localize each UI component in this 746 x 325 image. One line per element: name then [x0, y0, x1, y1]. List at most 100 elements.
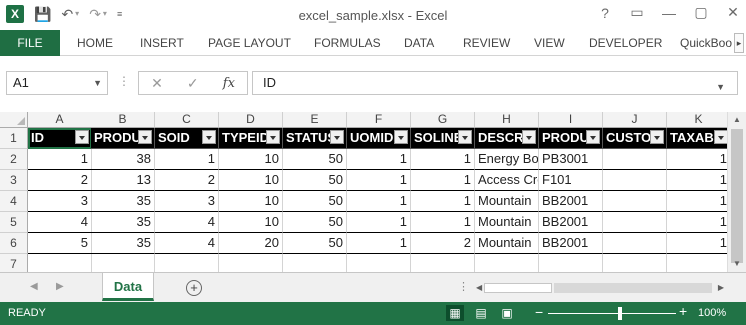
row-header[interactable]: 2 — [0, 149, 28, 170]
sheet-tab-data[interactable]: Data — [102, 273, 154, 301]
table-cell[interactable]: Access Cre — [475, 170, 539, 191]
table-cell[interactable] — [603, 233, 667, 254]
filter-dropdown-icon[interactable] — [75, 130, 89, 144]
horizontal-scrollbar[interactable]: ◀ ▶ — [476, 281, 724, 295]
name-box[interactable]: A1 ▼ — [6, 71, 108, 95]
filter-dropdown-icon[interactable] — [202, 130, 216, 144]
zoom-in-button[interactable]: + — [679, 303, 687, 319]
column-header[interactable]: H — [475, 112, 539, 128]
filter-dropdown-icon[interactable] — [330, 130, 344, 144]
table-cell[interactable]: 1 — [411, 149, 475, 170]
table-cell[interactable]: PB3001 — [539, 149, 603, 170]
tab-data[interactable]: DATA — [404, 30, 434, 56]
tab-splitter-icon[interactable]: ⋮ — [458, 280, 470, 293]
table-cell[interactable]: F101 — [539, 170, 603, 191]
filter-dropdown-icon[interactable] — [266, 130, 280, 144]
row-header[interactable]: 6 — [0, 233, 28, 254]
ribbon-scroll-right-icon[interactable]: ▸ — [734, 33, 744, 53]
row-header[interactable]: 1 — [0, 128, 28, 149]
header-cell[interactable]: ID — [28, 128, 92, 149]
table-cell[interactable]: 10 — [219, 191, 283, 212]
table-cell[interactable]: 5 — [28, 233, 92, 254]
table-cell[interactable] — [347, 254, 411, 272]
header-cell[interactable]: SOLINE — [411, 128, 475, 149]
tab-review[interactable]: REVIEW — [463, 30, 510, 56]
column-header[interactable]: C — [155, 112, 219, 128]
table-cell[interactable] — [603, 191, 667, 212]
filter-dropdown-icon[interactable] — [138, 130, 152, 144]
table-cell[interactable]: 1 — [667, 149, 731, 170]
table-cell[interactable]: Mountain — [475, 191, 539, 212]
filter-dropdown-icon[interactable] — [714, 130, 728, 144]
table-cell[interactable] — [603, 170, 667, 191]
table-cell[interactable]: 1 — [347, 149, 411, 170]
filter-dropdown-icon[interactable] — [394, 130, 408, 144]
horizontal-scroll-thumb[interactable] — [484, 283, 552, 293]
table-cell[interactable]: 35 — [91, 212, 155, 233]
table-cell[interactable]: Energy Bo — [475, 149, 539, 170]
previous-sheet-icon[interactable]: ◀ — [30, 281, 38, 292]
page-layout-view-icon[interactable]: ▤ — [472, 305, 490, 321]
table-cell[interactable]: 50 — [283, 212, 347, 233]
table-cell[interactable]: 1 — [347, 191, 411, 212]
column-header[interactable]: G — [411, 112, 475, 128]
scroll-down-icon[interactable]: ▼ — [728, 256, 746, 272]
table-cell[interactable]: 3 — [28, 191, 92, 212]
tab-view[interactable]: VIEW — [534, 30, 565, 56]
header-cell[interactable]: TYPEID — [219, 128, 283, 149]
maximize-icon[interactable]: ▢ — [692, 4, 710, 21]
table-cell[interactable]: 35 — [91, 233, 155, 254]
scroll-right-icon[interactable]: ▶ — [718, 281, 724, 295]
table-cell[interactable]: 1 — [411, 170, 475, 191]
table-cell[interactable] — [475, 254, 539, 272]
row-header[interactable]: 3 — [0, 170, 28, 191]
table-cell[interactable] — [667, 254, 731, 272]
header-cell[interactable]: PRODU — [539, 128, 603, 149]
table-cell[interactable]: Mountain — [475, 212, 539, 233]
column-header[interactable]: F — [347, 112, 411, 128]
row-header[interactable]: 4 — [0, 191, 28, 212]
table-cell[interactable]: 2 — [28, 170, 92, 191]
scroll-up-icon[interactable]: ▲ — [728, 112, 746, 128]
table-cell[interactable]: 4 — [155, 212, 219, 233]
table-cell[interactable]: BB2001 — [539, 212, 603, 233]
vertical-scroll-thumb[interactable] — [731, 129, 743, 263]
table-cell[interactable] — [219, 254, 283, 272]
filter-dropdown-icon[interactable] — [650, 130, 664, 144]
row-header[interactable]: 7 — [0, 254, 28, 272]
table-cell[interactable] — [28, 254, 92, 272]
table-cell[interactable]: 1 — [347, 170, 411, 191]
ribbon-display-options-icon[interactable]: ▭ — [628, 4, 646, 21]
table-cell[interactable] — [155, 254, 219, 272]
column-header[interactable]: E — [283, 112, 347, 128]
table-cell[interactable]: 2 — [155, 170, 219, 191]
tab-insert[interactable]: INSERT — [140, 30, 184, 56]
tab-home[interactable]: HOME — [77, 30, 113, 56]
filter-dropdown-icon[interactable] — [522, 130, 536, 144]
table-cell[interactable] — [539, 254, 603, 272]
column-header[interactable]: J — [603, 112, 667, 128]
table-cell[interactable]: 1 — [155, 149, 219, 170]
name-box-dropdown-icon[interactable]: ▼ — [93, 72, 102, 94]
header-cell[interactable]: DESCRI — [475, 128, 539, 149]
formula-bar-splitter-icon[interactable]: ⋮ — [118, 74, 130, 88]
row-header[interactable]: 5 — [0, 212, 28, 233]
table-cell[interactable] — [91, 254, 155, 272]
table-cell[interactable]: 1 — [667, 212, 731, 233]
table-cell[interactable]: 1 — [411, 191, 475, 212]
header-cell[interactable]: CUSTO — [603, 128, 667, 149]
table-cell[interactable] — [603, 149, 667, 170]
table-cell[interactable]: 50 — [283, 233, 347, 254]
table-cell[interactable]: 1 — [411, 212, 475, 233]
select-all-corner[interactable] — [0, 112, 28, 128]
expand-formula-bar-icon[interactable]: ▼ — [716, 76, 725, 98]
table-cell[interactable]: 1 — [347, 233, 411, 254]
table-cell[interactable]: 1 — [667, 170, 731, 191]
table-cell[interactable] — [283, 254, 347, 272]
table-cell[interactable]: 10 — [219, 212, 283, 233]
tab-quickbooks[interactable]: QuickBoo — [680, 30, 732, 56]
column-header[interactable]: D — [219, 112, 283, 128]
enter-icon[interactable]: ✓ — [187, 75, 199, 92]
filter-dropdown-icon[interactable] — [586, 130, 600, 144]
table-cell[interactable]: 13 — [91, 170, 155, 191]
